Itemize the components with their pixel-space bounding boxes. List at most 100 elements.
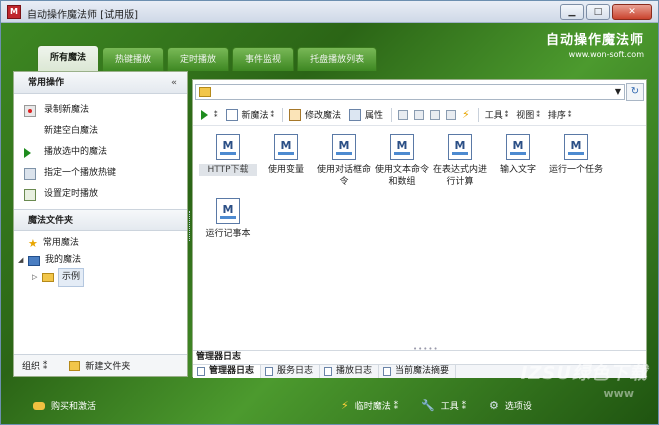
- common-ops-title: 常用操作: [28, 78, 65, 88]
- tree-label: 常用魔法: [42, 238, 79, 248]
- bottom-bar: 购买和激活 ⚡ 临时魔法 ⁑ 🔧 工具 ⁑ ⚙ 选项设: [1, 385, 658, 424]
- op-label: 新建空白魔法: [44, 126, 99, 136]
- magic-file-icon: [448, 134, 472, 160]
- watermark-sub: www: [603, 387, 635, 400]
- organize-menu[interactable]: 组织 ⁑: [22, 359, 47, 372]
- options-button[interactable]: ⚙ 选项设: [489, 399, 532, 412]
- folders-title: 魔法文件夹: [28, 216, 74, 226]
- brand: 自动操作魔法师 www.won-soft.com: [546, 29, 644, 59]
- left-panel: 常用操作 « 录制新魔法 新建空白魔法 播放选中的魔法 指定一个播放热键 设置定…: [13, 71, 188, 377]
- buy-activate-button[interactable]: 购买和激活: [33, 399, 96, 412]
- folder-icon: [199, 87, 211, 97]
- op-label: 录制新魔法: [44, 105, 90, 115]
- temp-magic-menu[interactable]: ⚡ 临时魔法 ⁑: [341, 399, 398, 412]
- magic-tile[interactable]: 使用对话框命令: [315, 134, 373, 188]
- log-icon: [383, 367, 392, 376]
- magic-file-icon: [506, 134, 530, 160]
- maximize-button[interactable]: □: [586, 4, 610, 20]
- magic-tile[interactable]: HTTP下载: [199, 134, 257, 176]
- magic-tile[interactable]: 使用变量: [257, 134, 315, 176]
- right-panel: ▼ ↻ ⁑ 新魔法 ⁑ 修改魔法 属性 ⚡ 工具 ⁑ 视图 ⁑ 排序 ⁑ M H…: [192, 79, 647, 378]
- op-label: 指定一个播放热键: [44, 168, 117, 178]
- app-window: M 自动操作魔法师 [试用版] ▁ □ ✕ 自动操作魔法师 www.won-so…: [0, 0, 659, 425]
- refresh-button[interactable]: ↻: [626, 83, 644, 101]
- title-bar: M 自动操作魔法师 [试用版] ▁ □ ✕: [1, 1, 658, 23]
- clock-icon: [24, 188, 36, 201]
- view-menu[interactable]: 视图 ⁑: [516, 108, 540, 122]
- magic-tile[interactable]: 在表达式内进行计算: [431, 134, 489, 188]
- brand-url: www.won-soft.com: [568, 50, 644, 59]
- edit-icon: [289, 108, 302, 121]
- window-title: 自动操作魔法师 [试用版]: [27, 10, 138, 21]
- play-icon: [24, 147, 31, 158]
- properties-button[interactable]: 属性: [349, 108, 383, 121]
- sort-menu[interactable]: 排序 ⁑: [548, 108, 572, 122]
- tools-menu[interactable]: 工具 ⁑: [485, 108, 509, 122]
- collapsed-icon[interactable]: ▷: [32, 269, 42, 286]
- magic-file-icon: [216, 198, 240, 224]
- magic-file-icon: [216, 134, 240, 160]
- tree-item-example[interactable]: ▷ 示例: [14, 268, 187, 287]
- play-button[interactable]: ⁑: [201, 109, 218, 120]
- magic-tile[interactable]: 运行记事本: [199, 198, 257, 240]
- clock-icon[interactable]: [446, 109, 457, 120]
- splitter-handle[interactable]: [189, 211, 191, 241]
- edit-magic-button[interactable]: 修改魔法: [289, 108, 341, 121]
- tools-bottom-menu[interactable]: 🔧 工具 ⁑: [421, 399, 466, 412]
- log-icon: [197, 367, 205, 376]
- collapse-icon[interactable]: «: [171, 72, 177, 94]
- expand-icon[interactable]: ◢: [18, 252, 28, 269]
- folder-icon: [42, 273, 54, 282]
- blank-icon: [24, 126, 36, 138]
- tab-tray-playlist[interactable]: 托盘播放列表: [297, 47, 378, 71]
- folders-header: 魔法文件夹: [14, 209, 187, 231]
- magic-file-icon: [274, 134, 298, 160]
- tree-label: 我的魔法: [45, 255, 82, 265]
- op-set-timer[interactable]: 设置定时播放: [14, 184, 187, 205]
- address-bar[interactable]: ▼: [195, 84, 625, 100]
- tab-hotkey-play[interactable]: 热键播放: [102, 47, 165, 71]
- magic-tile[interactable]: 使用文本命令和数组: [373, 134, 431, 188]
- toolbar: ⁑ 新魔法 ⁑ 修改魔法 属性 ⚡ 工具 ⁑ 视图 ⁑ 排序 ⁑: [193, 104, 646, 126]
- minimize-button[interactable]: ▁: [560, 4, 584, 20]
- bolt-icon: ⚡: [341, 399, 349, 412]
- log-icon: [265, 367, 274, 376]
- tab-all-magics[interactable]: 所有魔法: [37, 45, 100, 71]
- log-tab-playback[interactable]: 播放日志: [320, 365, 380, 378]
- op-record-new[interactable]: 录制新魔法: [14, 100, 187, 121]
- bolt-icon[interactable]: ⚡: [462, 108, 470, 121]
- new-magic-button[interactable]: 新魔法 ⁑: [225, 108, 274, 121]
- tab-timed-play[interactable]: 定时播放: [167, 47, 230, 71]
- log-tab-summary[interactable]: 当前魔法摘要: [379, 365, 457, 378]
- magic-file-icon: [564, 134, 588, 160]
- tree-item-common[interactable]: ★ 常用魔法: [14, 235, 187, 252]
- wrench-icon: 🔧: [421, 399, 435, 412]
- op-play-selected[interactable]: 播放选中的魔法: [14, 142, 187, 163]
- log-tab-manager[interactable]: 管理器日志: [193, 365, 262, 378]
- close-button[interactable]: ✕: [612, 4, 652, 20]
- main-tabs: 所有魔法 热键播放 定时播放 事件监视 托盘播放列表: [37, 45, 378, 71]
- log-tab-service[interactable]: 服务日志: [261, 365, 321, 378]
- magic-tile[interactable]: 运行一个任务: [547, 134, 605, 176]
- gear-icon: ⚙: [489, 399, 499, 412]
- tree-item-mine[interactable]: ◢ 我的魔法: [14, 252, 187, 269]
- magic-tile[interactable]: 输入文字: [489, 134, 547, 176]
- brand-title: 自动操作魔法师: [545, 33, 644, 48]
- lock-icon[interactable]: [414, 109, 425, 120]
- new-folder-button[interactable]: 新建文件夹: [85, 359, 130, 372]
- keyboard-icon: [24, 167, 36, 180]
- keyboard-icon[interactable]: [430, 109, 441, 120]
- watermark-text: IZSU绿色下载: [520, 363, 648, 384]
- common-ops-list: 录制新魔法 新建空白魔法 播放选中的魔法 指定一个播放热键 设置定时播放: [14, 94, 187, 205]
- window-controls: ▁ □ ✕: [560, 4, 652, 20]
- op-new-blank[interactable]: 新建空白魔法: [14, 121, 187, 142]
- op-assign-hotkey[interactable]: 指定一个播放热键: [14, 163, 187, 184]
- check-icon[interactable]: [398, 109, 409, 120]
- folder-tree: ★ 常用魔法 ◢ 我的魔法 ▷ 示例: [14, 231, 187, 287]
- new-folder-icon: [69, 360, 81, 371]
- star-icon: ★: [28, 237, 38, 250]
- app-icon: M: [7, 5, 21, 19]
- play-icon: [201, 109, 208, 120]
- dropdown-icon[interactable]: ▼: [615, 85, 621, 99]
- tab-event-monitor[interactable]: 事件监视: [232, 47, 295, 71]
